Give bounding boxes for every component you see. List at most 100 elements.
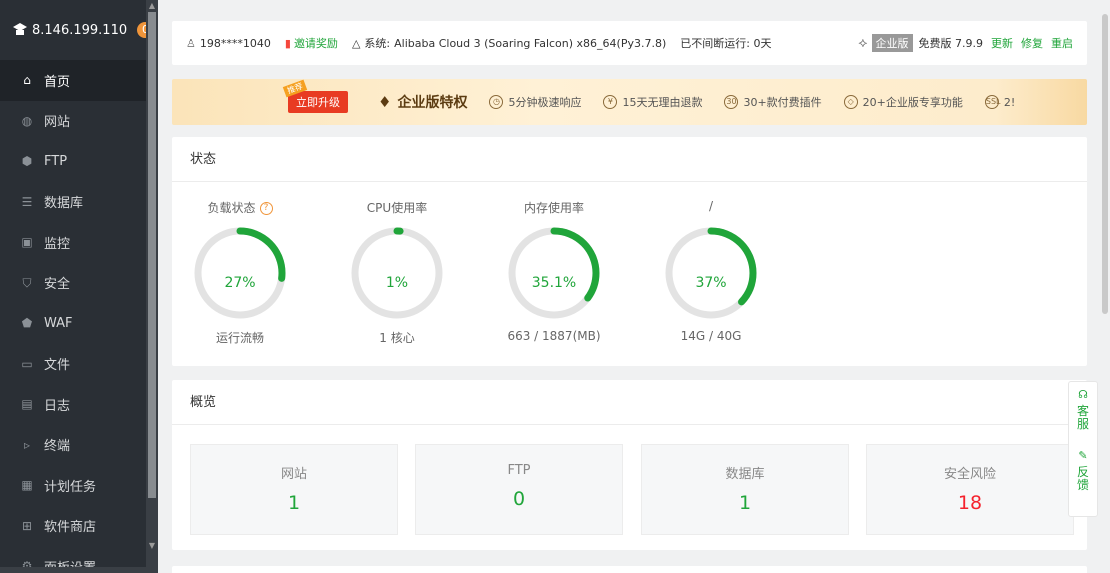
sidebar-item-label: WAF <box>44 315 73 331</box>
overview-count: 1 <box>738 492 752 514</box>
overview-item[interactable]: FTP 0 <box>415 444 623 535</box>
sidebar-item[interactable]: ⬢ FTP <box>0 141 158 182</box>
upgrade-button[interactable]: 推荐 立即升级 <box>282 79 348 113</box>
enterprise-tag[interactable]: 企业版 <box>871 34 913 52</box>
feedback-label: 反馈 <box>1076 465 1089 492</box>
overview-title: 概览 <box>172 380 1087 425</box>
gauge-title: / <box>661 199 761 217</box>
gauge-ring <box>665 227 757 319</box>
clock-icon: ◷ <box>489 95 504 109</box>
gauge-ring <box>351 227 443 319</box>
floating-service-panel: ☊ 客服 ✎ 反馈 <box>1068 381 1098 517</box>
overview-label: 网站 <box>280 467 307 482</box>
sidebar: 8.146.199.110 0 ⌂ 首页 ◍ 网站 ⬢ FTP ☰ 数据库 ▣ 监控 ⛉ 安全 ⬟ WAF… <box>0 0 158 573</box>
scroll-down-arrow-icon[interactable]: ▼ <box>146 540 158 552</box>
edit-icon: ✎ <box>1078 449 1088 462</box>
feature-text: 2! <box>1003 95 1016 109</box>
main-scrollbar[interactable] <box>1100 0 1110 573</box>
recommend-tag: 推荐 <box>282 79 308 98</box>
log-icon: ▤ <box>21 397 33 412</box>
apps-icon: ⊞ <box>21 518 33 533</box>
plugin-icon: 30 <box>724 95 739 109</box>
top-info-bar: ♙ 198****1040 ▮ 邀请奖励 △ 系统: Alibaba Cloud… <box>172 21 1087 65</box>
gift-icon: ▮ <box>284 36 291 50</box>
feedback-button[interactable]: ✎ 反馈 <box>1076 449 1090 492</box>
sidebar-item-label: 网站 <box>44 115 71 131</box>
overview-label: FTP <box>507 463 531 478</box>
enterprise-title: ♦ 企业版特权 <box>378 92 467 112</box>
sidebar-item[interactable]: ▣ 监控 <box>0 222 158 263</box>
overview-label: 安全风险 <box>943 467 996 482</box>
enterprise-banner: 推荐 立即升级 ♦ 企业版特权 ◷ 5分钟极速响应 ¥15天无理由退款 30 30+款付… <box>172 79 1087 125</box>
sidebar-item[interactable]: ▤ 日志 <box>0 384 158 425</box>
system-info: Alibaba Cloud 3 (Soaring Falcon) x86_64(… <box>394 36 667 50</box>
gauge[interactable]: 内存使用率 35.1% 663 / 1887(MB) <box>504 199 604 343</box>
feature-text: 5分钟极速响应 <box>508 96 582 109</box>
sidebar-item[interactable]: ☰ 数据库 <box>0 182 158 223</box>
gauge-subtext: 运行流畅 <box>215 331 264 345</box>
server-header[interactable]: 8.146.199.110 0 <box>0 0 158 60</box>
repair-link[interactable]: 修复 <box>1021 35 1043 51</box>
headset-icon: ☊ <box>1078 388 1088 401</box>
sidebar-item-label: 首页 <box>44 74 71 90</box>
gauge[interactable]: / 37% 14G / 40G <box>661 199 761 343</box>
help-icon[interactable]: ? <box>259 202 273 215</box>
restart-link[interactable]: 重启 <box>1051 35 1073 51</box>
sidebar-scroll-thumb[interactable] <box>148 12 156 498</box>
sidebar-item-label: FTP <box>44 153 68 169</box>
main-content: ♙ 198****1040 ▮ 邀请奖励 △ 系统: Alibaba Cloud… <box>158 0 1110 573</box>
overview-count: 18 <box>957 492 983 514</box>
user-icon: ♙ <box>186 36 196 50</box>
sidebar-item-label: 终端 <box>44 439 71 455</box>
sidebar-item[interactable]: ◍ 网站 <box>0 101 158 142</box>
user-phone[interactable]: 198****1040 <box>200 37 271 50</box>
gauge-title: CPU使用率 <box>347 199 447 217</box>
sidebar-item[interactable]: ▦ 计划任务 <box>0 465 158 506</box>
sidebar-item[interactable]: ▭ 文件 <box>0 344 158 385</box>
sidebar-item[interactable]: ⛉ 安全 <box>0 263 158 304</box>
sidebar-item[interactable]: ⬟ WAF <box>0 303 158 344</box>
sidebar-item[interactable]: ⊞ 软件商店 <box>0 506 158 547</box>
scroll-up-arrow-icon[interactable]: ▲ <box>146 0 158 12</box>
overview-item[interactable]: 网站 1 <box>190 444 398 535</box>
status-card: 状态 负载状态? 27% 运行流畅 CPU使用率 1% 1 核心 内存使用率 35.1% 663… <box>172 137 1087 366</box>
gauge-value: 1% <box>385 275 409 291</box>
globe-icon: ◍ <box>21 113 33 128</box>
gauge[interactable]: 负载状态? 27% 运行流畅 <box>190 199 290 346</box>
sidebar-item-label: 软件商店 <box>44 520 97 536</box>
customer-service-button[interactable]: ☊ 客服 <box>1076 388 1090 431</box>
update-link[interactable]: 更新 <box>991 35 1013 51</box>
sidebar-item[interactable]: ▹ 终端 <box>0 425 158 466</box>
sidebar-item-label: 数据库 <box>44 196 84 212</box>
sidebar-item[interactable]: ⌂ 首页 <box>0 60 158 101</box>
gauge-value: 35.1% <box>531 275 577 291</box>
overview-count: 0 <box>512 488 526 510</box>
feature-text: 15天无理由退款 <box>622 96 703 109</box>
gauge-title: 负载状态? <box>190 199 290 217</box>
system-label: 系统: <box>364 37 391 50</box>
main-scroll-thumb[interactable] <box>1102 14 1108 314</box>
gauge-value: 27% <box>224 275 256 291</box>
upgrade-label: 立即升级 <box>296 96 340 109</box>
sidebar-horizontal-scrollbar[interactable] <box>0 567 158 573</box>
next-section-card <box>172 566 1087 573</box>
server-ip: 8.146.199.110 <box>32 22 128 38</box>
feature-item: 30 30+款付费插件 <box>724 94 822 110</box>
gauge-ring <box>508 227 600 319</box>
overview-item[interactable]: 数据库 1 <box>641 444 849 535</box>
overview-item[interactable]: 安全风险 18 <box>866 444 1074 535</box>
terminal-icon: ▹ <box>23 437 31 452</box>
refund-icon: ¥ <box>603 95 618 109</box>
uptime: 已不间断运行: 0天 <box>680 37 772 50</box>
sidebar-item-label: 日志 <box>44 398 71 414</box>
gauge-subtext: 14G / 40G <box>680 329 742 343</box>
sidebar-scrollbar[interactable]: ▲ ▼ <box>146 0 158 573</box>
home-icon: ⌂ <box>23 73 31 88</box>
ftp-icon: ⬢ <box>21 154 33 169</box>
feature-item: ◷ 5分钟极速响应 <box>489 94 581 110</box>
sidebar-menu: ⌂ 首页 ◍ 网站 ⬢ FTP ☰ 数据库 ▣ 监控 ⛉ 安全 ⬟ WAF ▭ 文件 ▤ 日志 ▹ 终端 ▦ 计划任务 ⊞ 软… <box>0 60 158 573</box>
overview-label: 数据库 <box>725 467 765 482</box>
gauge[interactable]: CPU使用率 1% 1 核心 <box>347 199 447 346</box>
invite-reward-link[interactable]: 邀请奖励 <box>294 35 338 51</box>
diamond-icon: ⟡ <box>858 35 868 51</box>
